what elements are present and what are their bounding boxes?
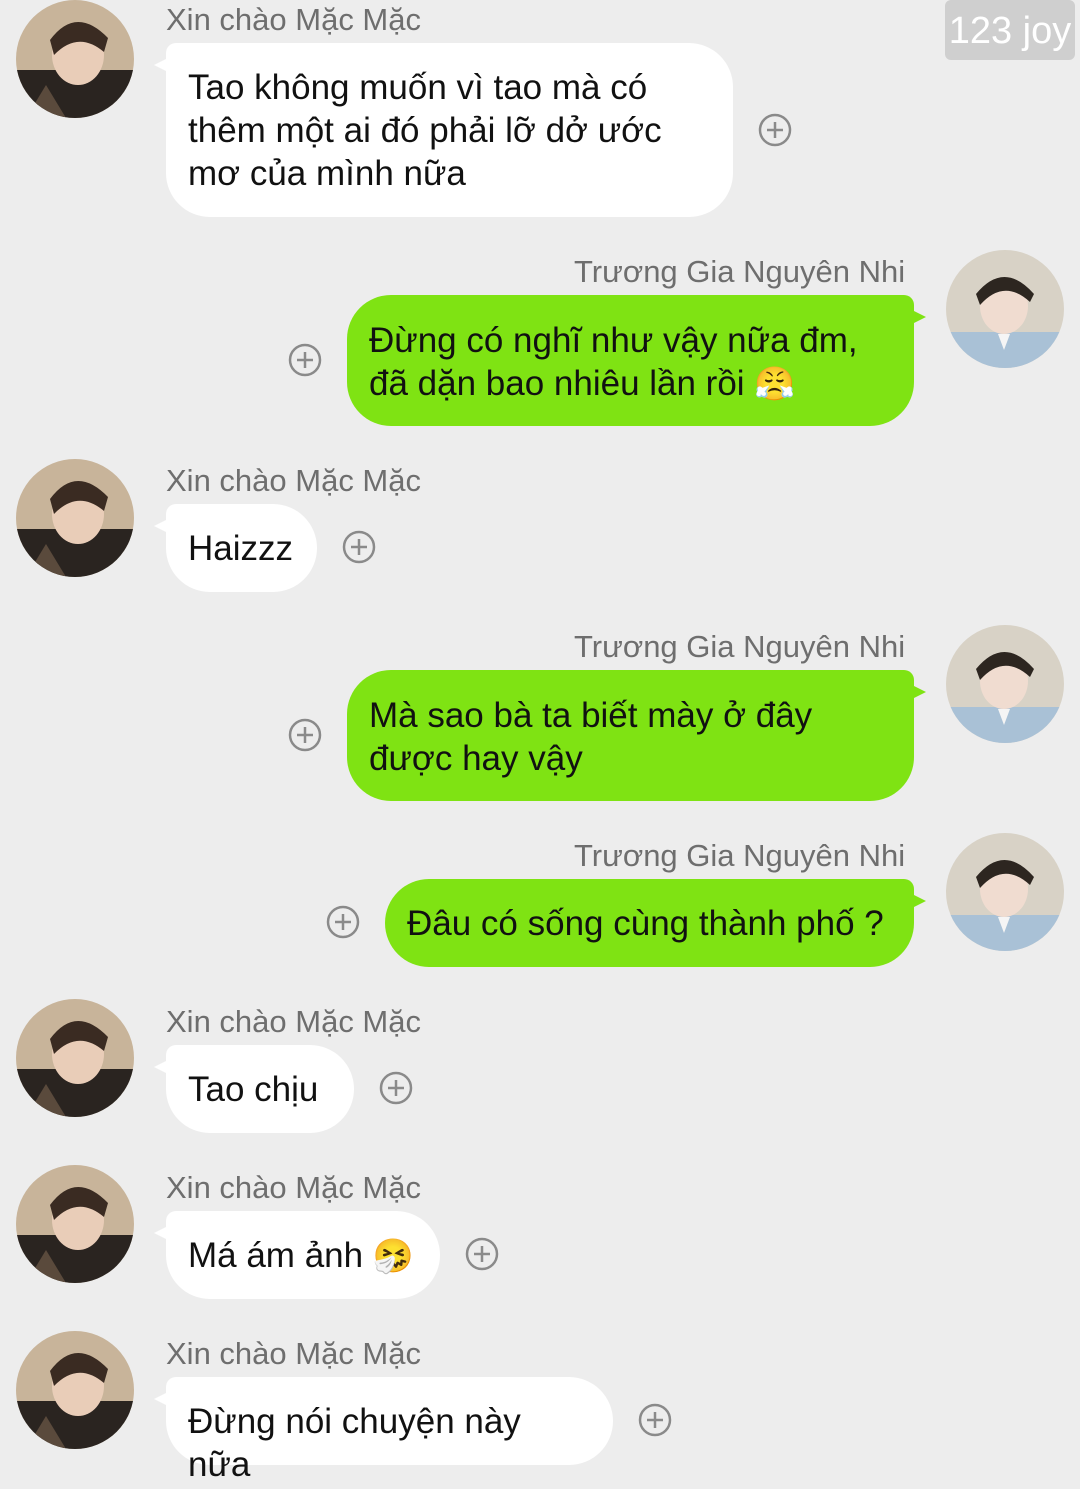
watermark-label: 123 joy <box>945 0 1075 60</box>
message-text: Má ám ảnh <box>188 1236 364 1275</box>
add-reaction-button[interactable] <box>342 530 376 564</box>
sender-name: Trương Gia Nguyên Nhi <box>574 629 906 664</box>
sender-avatar[interactable] <box>946 250 1064 368</box>
sender-name: Xin chào Mặc Mặc <box>166 1170 421 1205</box>
add-reaction-button[interactable] <box>638 1403 672 1437</box>
message-bubble-incoming[interactable]: Đừng nói chuyện này nữa <box>154 1377 613 1484</box>
sender-avatar[interactable] <box>16 0 134 118</box>
message-text: Tao chịu <box>188 1070 319 1109</box>
sender-name: Xin chào Mặc Mặc <box>166 1336 421 1371</box>
sender-avatar[interactable] <box>16 999 134 1117</box>
message-text: Mà sao bà ta biết mày ở đây được hay vậy <box>369 696 813 778</box>
emoji-icon: 🤧 <box>372 1236 414 1275</box>
add-reaction-button[interactable] <box>758 113 792 147</box>
message-text: Đừng nói chuyện này nữa <box>188 1402 521 1484</box>
sender-avatar[interactable] <box>946 625 1064 743</box>
message-text: Tao không muốn vì tao mà có thêm một ai … <box>188 68 662 193</box>
message-bubble-incoming[interactable]: Tao chịu <box>154 1045 354 1133</box>
sender-avatar[interactable] <box>16 459 134 577</box>
message-bubble-incoming[interactable]: Tao không muốn vì tao mà có thêm một ai … <box>154 43 733 217</box>
message-text: Đâu có sống cùng thành phố ? <box>407 904 884 943</box>
message-text: Haizzz <box>188 529 294 568</box>
sender-name: Xin chào Mặc Mặc <box>166 463 421 498</box>
add-reaction-button[interactable] <box>465 1237 499 1271</box>
add-reaction-button[interactable] <box>326 905 360 939</box>
message-bubble-outgoing[interactable]: Mà sao bà ta biết mày ở đây được hay vậy <box>347 670 926 801</box>
sender-name: Xin chào Mặc Mặc <box>166 2 421 37</box>
add-reaction-button[interactable] <box>379 1071 413 1105</box>
message-bubble-outgoing[interactable]: Đừng có nghĩ như vậy nữa đm, đã dặn bao … <box>347 295 926 426</box>
sender-name: Trương Gia Nguyên Nhi <box>574 254 906 289</box>
message-bubble-outgoing[interactable]: Đâu có sống cùng thành phố ? <box>385 879 926 967</box>
sender-avatar[interactable] <box>946 833 1064 951</box>
emoji-icon: 😤 <box>754 364 796 403</box>
message-bubble-incoming[interactable]: Haizzz <box>154 504 317 592</box>
message-bubble-incoming[interactable]: Má ám ảnh 🤧 <box>154 1211 440 1299</box>
add-reaction-button[interactable] <box>288 343 322 377</box>
sender-avatar[interactable] <box>16 1331 134 1449</box>
sender-name: Trương Gia Nguyên Nhi <box>574 838 906 873</box>
sender-avatar[interactable] <box>16 1165 134 1283</box>
add-reaction-button[interactable] <box>288 718 322 752</box>
sender-name: Xin chào Mặc Mặc <box>166 1004 421 1039</box>
